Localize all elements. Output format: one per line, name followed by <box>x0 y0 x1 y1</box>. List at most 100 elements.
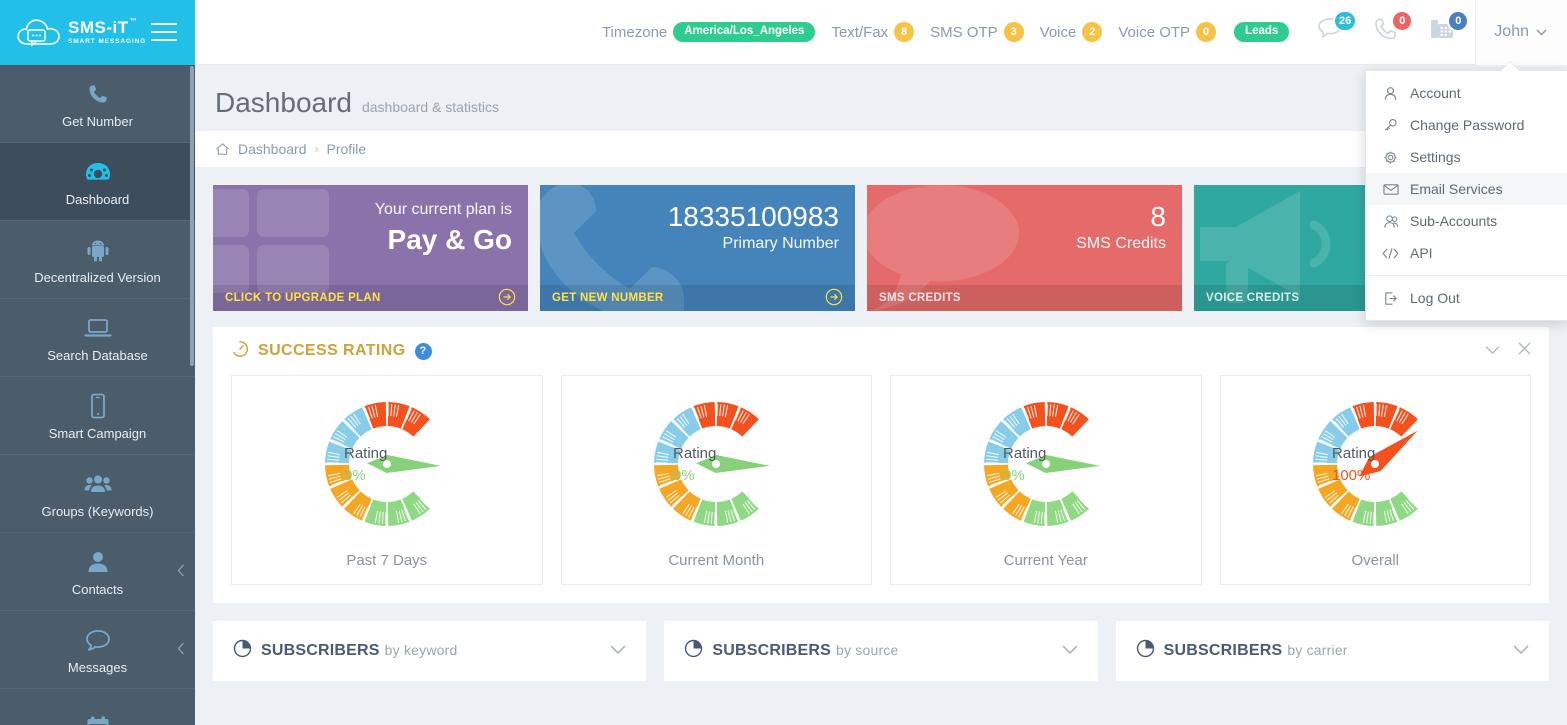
breadcrumb-current: Profile <box>326 141 367 157</box>
sidebar-item-groups-keywords[interactable]: Groups (Keywords) <box>0 455 195 533</box>
notification-count-badge: 26 <box>1333 10 1358 32</box>
dropdown-item-label: Email Services <box>1410 181 1503 197</box>
arrow-circle-right-icon[interactable] <box>498 288 516 309</box>
sidebar-scrollbar[interactable] <box>190 66 194 366</box>
sidebar-item-decentralized-version[interactable]: Decentralized Version <box>0 221 195 299</box>
dropdown-item-email-services[interactable]: Email Services <box>1366 173 1567 205</box>
subscribers-title: SUBSCRIBERS by keyword <box>261 642 458 659</box>
user-menu-button[interactable]: John <box>1475 0 1567 65</box>
sidebar-item-contacts[interactable]: Contacts <box>0 533 195 611</box>
subscribers-title: SUBSCRIBERS by source <box>712 642 899 659</box>
topbar-link-voice-otp[interactable]: Voice OTP 0 <box>1118 22 1217 42</box>
leads-wrap: Leads <box>1234 22 1290 42</box>
arrow-circle-right-icon[interactable] <box>825 288 843 309</box>
breadcrumb-root[interactable]: Dashboard <box>238 141 307 157</box>
gauge-card-overall: Rating 100% Overall <box>1219 375 1531 585</box>
sidebar: SMS-iT ™ SMART MESSAGING Get Number Dashbo… <box>0 0 195 725</box>
sidebar-item-search-database[interactable]: Search Database <box>0 299 195 377</box>
sidebar-nav: Get Number Dashboard Decentralized Version… <box>0 65 195 725</box>
stat-card-blue[interactable]: 18335100983 Primary Number GET NEW NUMBER <box>540 185 855 311</box>
fax-icon[interactable]: 0 <box>1427 10 1470 49</box>
sidebar-item-messages[interactable]: Messages <box>0 611 195 689</box>
code-icon <box>1382 247 1399 260</box>
svg-text:0%: 0% <box>344 467 366 484</box>
dropdown-item-label: Change Password <box>1410 117 1525 133</box>
svg-text:Rating: Rating <box>344 445 387 462</box>
stat-card-value-label: Primary Number <box>722 235 839 252</box>
dropdown-item-label: Sub-Accounts <box>1410 213 1498 229</box>
dropdown-item-sub-accounts[interactable]: Sub-Accounts <box>1366 205 1567 237</box>
dropdown-item-settings[interactable]: Settings <box>1366 141 1567 173</box>
gauge-caption: Overall <box>1351 551 1399 569</box>
chevron-down-icon[interactable] <box>1513 642 1529 660</box>
sidebar-item-label: Groups (Keywords) <box>41 503 154 519</box>
stat-card-value-label: SMS Credits <box>1076 235 1166 252</box>
chevron-down-icon[interactable] <box>1485 342 1500 360</box>
chevron-left-icon[interactable] <box>177 564 185 580</box>
subscribers-subtitle: by carrier <box>1287 642 1348 658</box>
sidebar-item-label: Contacts <box>71 581 124 597</box>
sidebar-item-dashboard[interactable]: Dashboard <box>0 143 195 221</box>
subscribers-panel-keyword: SUBSCRIBERS by keyword <box>213 621 647 681</box>
dropdown-item-account[interactable]: Account <box>1366 77 1567 109</box>
svg-text:Rating: Rating <box>1332 445 1375 462</box>
sms-it-cloud-logo-icon <box>14 14 66 52</box>
breadcrumb: Dashboard › Profile <box>195 131 1567 167</box>
topbar-link-voice[interactable]: Voice 2 <box>1040 22 1103 42</box>
topbar-link-badge: 3 <box>1003 22 1024 42</box>
subscribers-row: SUBSCRIBERS by keyword SUBSCRIBERS by sourc… <box>195 603 1567 681</box>
success-rating-panel: SUCCESS RATING ? Rating 0% Past 7 Days Rati… <box>213 327 1549 603</box>
stat-card-value: 18335100983 <box>667 201 839 232</box>
sidebar-item-calendar[interactable] <box>0 689 195 725</box>
help-icon[interactable]: ? <box>414 342 432 360</box>
gauge-chart: Rating 100% <box>1300 392 1450 540</box>
user-icon <box>87 547 109 577</box>
gauge-chart: Rating 0% <box>971 392 1121 540</box>
stat-card-purple[interactable]: Your current plan is Pay & Go CLICK TO UPG… <box>213 185 528 311</box>
chevron-left-icon[interactable] <box>177 642 185 658</box>
dropdown-item-label: API <box>1410 245 1433 261</box>
main-content: Dashboard dashboard & statistics Dashboa… <box>195 65 1567 725</box>
phone-icon <box>86 79 110 109</box>
stat-card-body: 8 SMS Credits <box>867 185 1182 255</box>
stat-card-footer-label: GET NEW NUMBER <box>552 292 664 304</box>
topbar-link-sms-otp[interactable]: SMS OTP 3 <box>930 22 1024 42</box>
sidebar-item-label: Messages <box>67 659 128 675</box>
chevron-down-icon[interactable] <box>1062 642 1078 660</box>
sidebar-item-smart-campaign[interactable]: Smart Campaign <box>0 377 195 455</box>
calls-icon[interactable]: 0 <box>1371 10 1414 49</box>
pie-chart-icon <box>684 639 703 663</box>
chevron-down-icon[interactable] <box>610 642 626 660</box>
users-icon <box>1382 214 1399 229</box>
gauge-chart: Rating 0% <box>641 392 791 540</box>
close-icon[interactable] <box>1518 342 1531 360</box>
dropdown-item-change-password[interactable]: Change Password <box>1366 109 1567 141</box>
trademark-mark: ™ <box>129 18 138 26</box>
messages-icon[interactable]: 26 <box>1315 10 1358 49</box>
topbar-link-label: Voice OTP <box>1118 23 1191 41</box>
notification-icons: 26 0 0 <box>1315 10 1475 49</box>
sidebar-item-get-number[interactable]: Get Number <box>0 65 195 143</box>
topbar-link-badge: 2 <box>1082 22 1103 42</box>
success-rating-header: SUCCESS RATING ? <box>213 327 1549 375</box>
gauge-card-current-month: Rating 0% Current Month <box>560 375 872 585</box>
logo-tagline: SMART MESSAGING <box>68 38 147 46</box>
topbar-link-badge: 0 <box>1196 22 1217 42</box>
sidebar-toggle-hamburger-icon[interactable] <box>151 22 177 43</box>
user-dropdown-menu: Account Change Password Settings Email Serv… <box>1365 70 1567 321</box>
topbar-links: Timezone America/Los_Angeles Text/Fax 8 SMS … <box>602 22 1217 42</box>
topbar-link-timezone[interactable]: Timezone America/Los_Angeles <box>602 22 816 42</box>
stat-card-footer[interactable]: CLICK TO UPGRADE PLAN <box>213 285 528 311</box>
stat-card-red[interactable]: 8 SMS Credits SMS CREDITS <box>867 185 1182 311</box>
stat-card-supertext: Your current plan is <box>374 201 512 218</box>
dropdown-item-label: Account <box>1410 85 1461 101</box>
gauge-card-current-year: Rating 0% Current Year <box>890 375 1202 585</box>
dropdown-item-log-out[interactable]: Log Out <box>1366 282 1567 314</box>
mobile-icon <box>90 391 106 421</box>
chat-icon <box>85 625 111 655</box>
leads-badge[interactable]: Leads <box>1234 22 1290 42</box>
topbar-link-text-fax[interactable]: Text/Fax 8 <box>831 22 915 42</box>
stat-card-footer[interactable]: GET NEW NUMBER <box>540 285 855 311</box>
stat-card-footer[interactable]: SMS CREDITS <box>867 285 1182 311</box>
dropdown-item-api[interactable]: API <box>1366 237 1567 269</box>
